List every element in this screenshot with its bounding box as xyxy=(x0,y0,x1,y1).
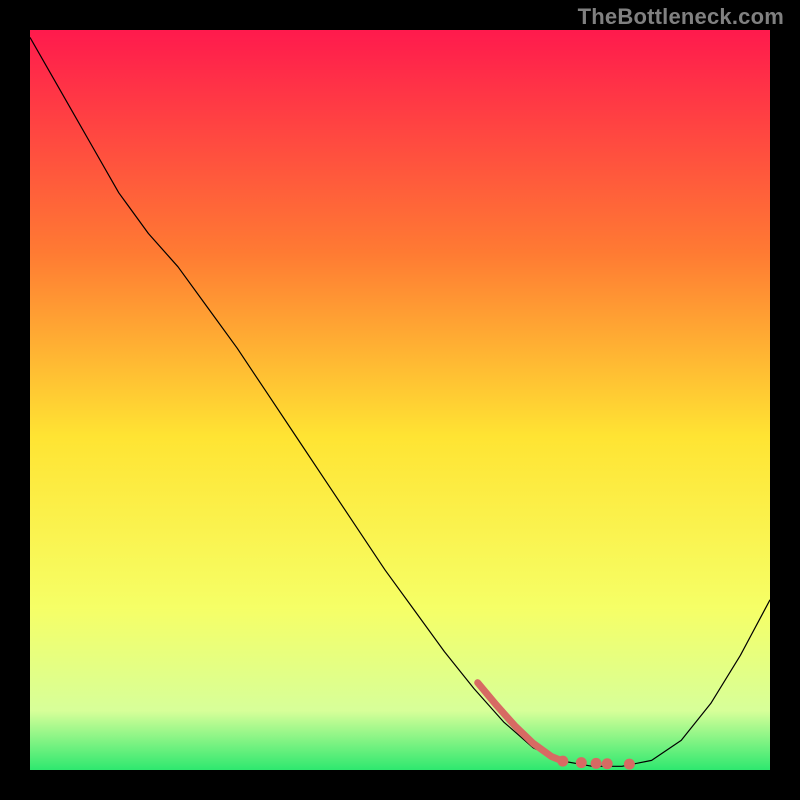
highlight-dots-point xyxy=(591,758,602,769)
watermark-text: TheBottleneck.com xyxy=(578,4,784,30)
chart-plot-area xyxy=(30,30,770,770)
chart-outer: TheBottleneck.com xyxy=(0,0,800,800)
highlight-dots-point xyxy=(557,756,568,767)
gradient-background xyxy=(30,30,770,770)
highlight-dots-point xyxy=(602,758,613,769)
highlight-dots-point xyxy=(576,757,587,768)
chart-svg xyxy=(30,30,770,770)
highlight-dots-point xyxy=(624,759,635,770)
